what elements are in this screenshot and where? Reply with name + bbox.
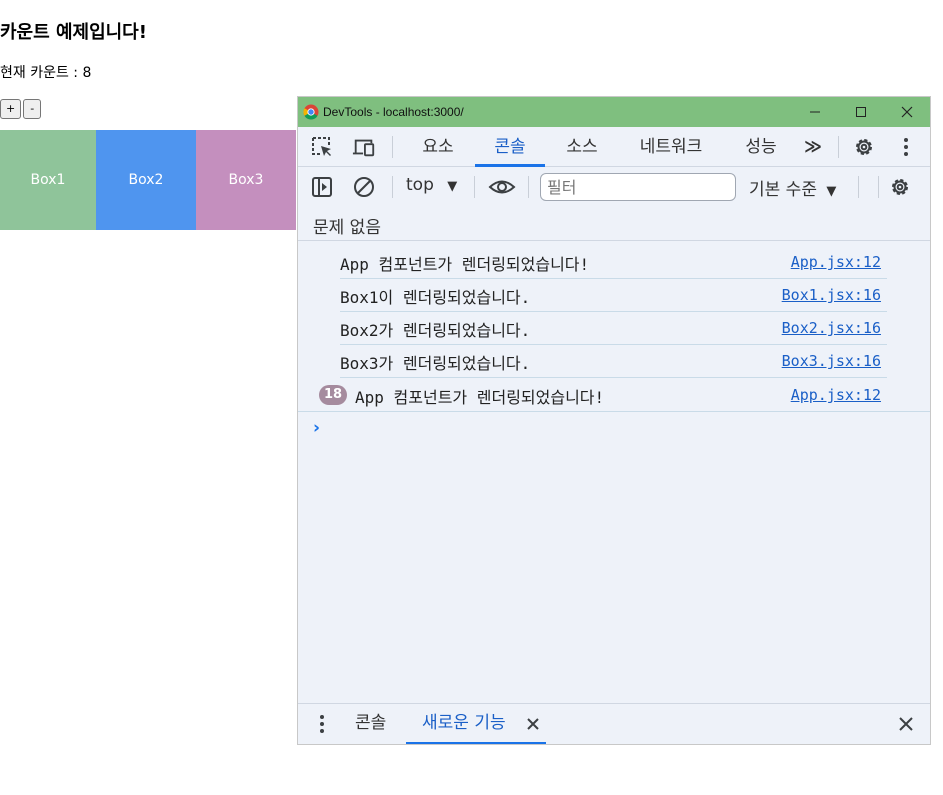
eye-icon <box>488 180 516 194</box>
tabbar-divider <box>838 136 839 158</box>
log-source-link[interactable]: Box3.jsx:16 <box>782 352 881 370</box>
log-row: Box1이 렌더링되었습니다. Box1.jsx:16 <box>298 278 930 311</box>
customize-menu-button[interactable] <box>894 135 918 159</box>
chrome-logo-icon <box>303 104 319 120</box>
close-icon <box>899 717 913 731</box>
tabbar-divider <box>392 136 393 158</box>
console-output: App 컴포넌트가 렌더링되었습니다! App.jsx:12 Box1이 렌더링… <box>298 241 930 703</box>
devtools-drawer: 콘솔 새로운 기능 <box>298 703 930 744</box>
inspect-element-button[interactable] <box>310 135 334 159</box>
page-title: 카운트 예제입니다! <box>0 22 147 43</box>
log-level-selector[interactable]: 기본 수준 ▼ <box>749 175 836 200</box>
console-prompt-icon[interactable]: › <box>313 418 320 438</box>
kebab-menu-icon <box>904 138 908 156</box>
toolbar-divider <box>858 176 859 198</box>
context-selector[interactable]: top ▼ <box>406 175 457 195</box>
log-row: Box3가 렌더링되었습니다. Box3.jsx:16 <box>298 344 930 377</box>
console-toolbar: top ▼ 기본 수준 ▼ <box>298 167 930 207</box>
log-source-link[interactable]: Box1.jsx:16 <box>782 286 881 304</box>
log-message: App 컴포넌트가 렌더링되었습니다! <box>355 388 605 407</box>
box-2: Box2 <box>96 130 196 230</box>
issues-status[interactable]: 문제 없음 <box>313 213 381 238</box>
minimize-icon <box>810 111 820 113</box>
toolbar-divider <box>474 176 475 198</box>
devtools-tabbar: 요소 콘솔 소스 네트워크 성능 ≫ <box>298 127 930 167</box>
log-row-grouped: 18 App 컴포넌트가 렌더링되었습니다! App.jsx:12 <box>298 378 930 411</box>
log-message: Box2가 렌더링되었습니다. <box>340 321 531 340</box>
devtools-window: DevTools - localhost:3000/ 요소 콘솔 소스 네트워크… <box>297 96 931 745</box>
tab-elements[interactable]: 요소 <box>410 127 466 167</box>
issues-bar: 문제 없음 <box>298 207 930 241</box>
log-message: Box1이 렌더링되었습니다. <box>340 288 531 307</box>
tab-performance[interactable]: 성능 <box>736 127 786 167</box>
log-source-link[interactable]: App.jsx:12 <box>791 386 881 404</box>
tab-console[interactable]: 콘솔 <box>475 127 545 167</box>
devtools-titlebar[interactable]: DevTools - localhost:3000/ <box>298 97 930 127</box>
gear-icon <box>856 139 872 155</box>
inspect-element-icon <box>312 137 331 156</box>
repeat-count-badge: 18 <box>319 385 347 405</box>
gear-icon <box>892 179 908 195</box>
close-icon <box>901 106 913 118</box>
dropdown-arrow-icon: ▼ <box>826 184 837 199</box>
more-tabs-button[interactable]: ≫ <box>798 127 828 167</box>
close-window-button[interactable] <box>884 97 930 127</box>
box-1: Box1 <box>0 130 96 230</box>
dropdown-arrow-icon: ▼ <box>447 179 458 194</box>
context-label: top <box>406 175 434 195</box>
console-settings-button[interactable] <box>888 175 912 199</box>
log-source-link[interactable]: App.jsx:12 <box>791 253 881 271</box>
log-source-link[interactable]: Box2.jsx:16 <box>782 319 881 337</box>
settings-button[interactable] <box>852 135 876 159</box>
toolbar-divider <box>528 176 529 198</box>
drawer-tab-whats-new[interactable]: 새로운 기능 <box>422 704 506 744</box>
box-3: Box3 <box>196 130 296 230</box>
clear-icon <box>354 177 374 197</box>
log-level-label: 기본 수준 <box>749 180 817 200</box>
close-icon <box>527 718 539 730</box>
maximize-button[interactable] <box>838 97 884 127</box>
toolbar-divider <box>878 176 879 198</box>
filter-input[interactable] <box>540 173 736 201</box>
drawer-tab-console[interactable]: 콘솔 <box>355 704 386 744</box>
kebab-menu-icon <box>320 715 324 733</box>
increment-button[interactable]: + <box>0 99 22 119</box>
sidebar-toggle-icon <box>312 177 332 197</box>
decrement-button[interactable]: - <box>23 99 42 119</box>
box-row: Box1 Box2 Box3 <box>0 130 296 230</box>
device-toolbar-button[interactable] <box>352 135 376 159</box>
live-expression-button[interactable] <box>488 175 516 199</box>
maximize-icon <box>856 107 866 117</box>
active-drawer-tab-indicator <box>406 742 546 744</box>
window-title: DevTools - localhost:3000/ <box>323 105 464 119</box>
clear-console-button[interactable] <box>352 175 376 199</box>
close-drawer-button[interactable] <box>894 712 918 736</box>
device-toggle-icon <box>352 139 375 157</box>
toolbar-divider <box>392 176 393 198</box>
tab-sources[interactable]: 소스 <box>554 127 610 167</box>
count-display: 현재 카운트 : 8 <box>0 65 92 81</box>
counter-buttons: + - <box>0 99 42 119</box>
row-divider <box>298 411 930 412</box>
drawer-menu-button[interactable] <box>310 712 334 736</box>
log-row: App 컴포넌트가 렌더링되었습니다! App.jsx:12 <box>298 245 930 278</box>
log-message: Box3가 렌더링되었습니다. <box>340 354 531 373</box>
log-row: Box2가 렌더링되었습니다. Box2.jsx:16 <box>298 311 930 344</box>
log-message: App 컴포넌트가 렌더링되었습니다! <box>340 255 590 274</box>
minimize-button[interactable] <box>792 97 838 127</box>
sidebar-toggle-button[interactable] <box>310 175 334 199</box>
close-drawer-tab-button[interactable] <box>521 712 545 736</box>
tab-network[interactable]: 네트워크 <box>628 127 714 167</box>
